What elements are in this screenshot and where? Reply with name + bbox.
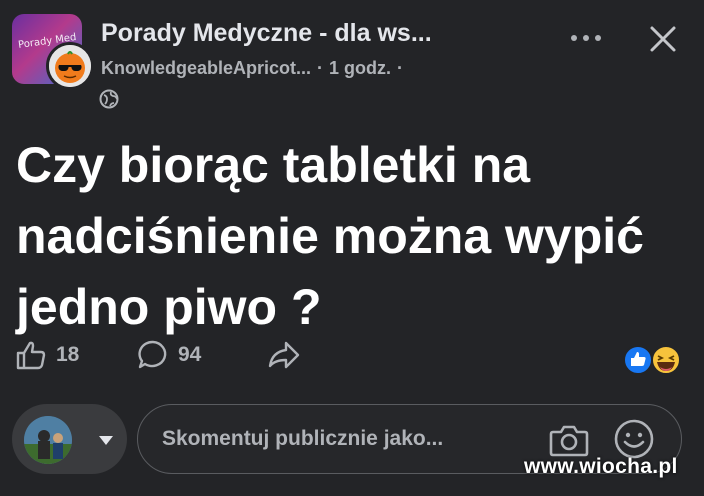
comment-bubble-icon [138,340,167,369]
thumbs-up-icon [16,341,46,370]
close-icon[interactable] [646,22,680,56]
share-arrow-icon [268,341,300,369]
watermark: www.wiocha.pl [524,455,678,478]
comment-placeholder: Skomentuj publicznie jako... [162,427,444,450]
author-name[interactable]: KnowledgeableApricot... [101,58,311,78]
user-avatar [24,416,72,464]
like-button[interactable]: 18 [14,335,79,375]
dot [583,35,589,41]
more-options-button[interactable] [566,24,606,52]
comment-count: 94 [178,343,202,366]
user-photo [24,416,72,464]
post-meta: KnowledgeableApricot... · 1 godz. · [101,58,409,79]
meta-separator-2: · [397,58,404,78]
meta-separator: · [317,58,324,78]
chevron-down-icon [99,436,113,445]
dot [571,35,577,41]
share-button[interactable] [266,335,302,375]
reaction-summary[interactable] [622,344,684,376]
author-avatar[interactable] [46,42,94,90]
like-count: 18 [56,343,80,366]
dot [595,35,601,41]
comment-button[interactable]: 94 [136,335,201,375]
post-time[interactable]: 1 godz. [329,58,391,78]
post-header: Porady Med Porady Medyczne - dla ws... K… [0,0,704,120]
sunglasses-emoji-icon [49,45,91,87]
camera-icon[interactable] [549,422,589,458]
reaction-icons [623,345,681,375]
globe-icon [99,89,119,109]
group-name[interactable]: Porady Medyczne - dla ws... [101,19,432,48]
post-actions: 18 94 [0,335,704,375]
post-text: Czy biorąc tabletki na nadciśnienie możn… [16,137,644,335]
profile-switcher[interactable] [12,404,127,474]
